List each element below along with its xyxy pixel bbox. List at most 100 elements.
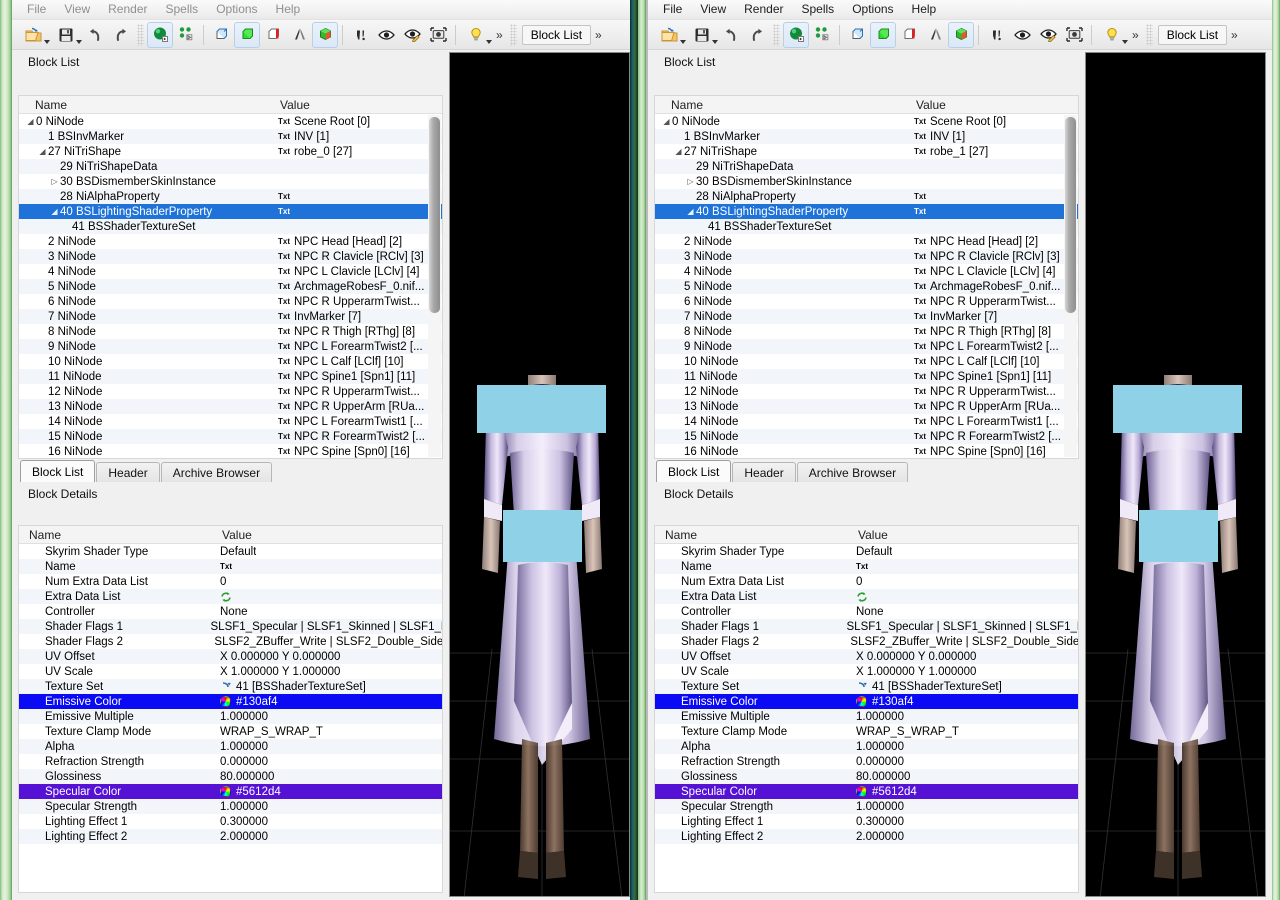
save-file-icon[interactable]	[686, 22, 718, 48]
block-list-row[interactable]: 12 NiNode Txt NPC R UpperarmTwist...	[19, 384, 442, 399]
block-details-row[interactable]: Lighting Effect 2 2.000000	[655, 829, 1078, 844]
color-wheel-icon[interactable]	[856, 696, 867, 707]
block-list-row[interactable]: 3 NiNode Txt NPC R Clavicle [RClv] [3]	[655, 249, 1078, 264]
block-list-row[interactable]: 1 BSInvMarker Txt INV [1]	[19, 129, 442, 144]
block-details-row[interactable]: Specular Color #5612d4	[655, 784, 1078, 799]
block-details-row[interactable]: UV Offset X 0.000000 Y 0.000000	[655, 649, 1078, 664]
block-list-row[interactable]: 7 NiNode Txt InvMarker [7]	[19, 309, 442, 324]
screenshot-icon[interactable]	[1061, 22, 1087, 48]
expand-arrow-closed-icon[interactable]: ▷	[49, 174, 60, 189]
color-wheel-icon[interactable]	[220, 696, 231, 707]
expand-arrow-open-icon[interactable]: ◢	[37, 144, 48, 159]
render-viewport-right[interactable]	[1085, 52, 1266, 897]
show-shaded-icon[interactable]	[948, 21, 974, 48]
block-list-row[interactable]: 16 NiNode Txt NPC Spine [Spn0] [16]	[655, 444, 1078, 458]
block-list-row[interactable]: 28 NiAlphaProperty Txt	[19, 189, 442, 204]
block-details-table-left[interactable]: Name Value Skyrim Shader Type Default Name…	[18, 525, 443, 893]
block-details-row[interactable]: UV Scale X 1.000000 Y 1.000000	[19, 664, 442, 679]
scrollbar-thumb[interactable]	[1065, 117, 1076, 313]
expand-arrow-open-icon[interactable]: ◢	[685, 204, 696, 219]
block-link-icon[interactable]	[220, 681, 232, 693]
show-wireframe-icon[interactable]	[208, 22, 234, 48]
block-list-row[interactable]: ◢ 40 BSLightingShaderProperty Txt	[19, 204, 442, 219]
block-list-tree-left[interactable]: Name Value ◢ 0 NiNode Txt Scene Root [0] 1 B…	[18, 95, 443, 459]
tab-archive-browser[interactable]: Archive Browser	[796, 462, 909, 482]
block-list-row[interactable]: 11 NiNode Txt NPC Spine1 [Spn1] [11]	[19, 369, 442, 384]
block-details-row[interactable]: UV Scale X 1.000000 Y 1.000000	[655, 664, 1078, 679]
block-list-row[interactable]: 2 NiNode Txt NPC Head [Head] [2]	[19, 234, 442, 249]
eye-icon[interactable]	[373, 22, 399, 48]
block-list-row[interactable]: 2 NiNode Txt NPC Head [Head] [2]	[655, 234, 1078, 249]
block-details-row[interactable]: Shader Flags 2 SLSF2_ZBuffer_Write | SLSF…	[655, 634, 1078, 649]
block-list-row[interactable]: 1 BSInvMarker Txt INV [1]	[655, 129, 1078, 144]
block-details-row[interactable]: Glossiness 80.000000	[655, 769, 1078, 784]
block-list-row[interactable]: 29 NiTriShapeData	[655, 159, 1078, 174]
menu-render[interactable]: Render	[99, 0, 156, 19]
redo-icon[interactable]	[108, 22, 134, 48]
menu-render[interactable]: Render	[735, 0, 792, 19]
block-list-row[interactable]: ◢ 0 NiNode Txt Scene Root [0]	[655, 114, 1078, 129]
dock-toggle-block-list[interactable]: Block List	[521, 24, 592, 45]
block-details-row[interactable]: Skyrim Shader Type Default	[655, 544, 1078, 559]
render-sphere-icon[interactable]	[783, 21, 809, 48]
block-details-row[interactable]: Glossiness 80.000000	[19, 769, 442, 784]
tab-block-list[interactable]: Block List	[20, 460, 96, 482]
block-list-row[interactable]: 16 NiNode Txt NPC Spine [Spn0] [16]	[19, 444, 442, 458]
panel-tabs-right[interactable]: Block List Header Archive Browser	[648, 460, 1073, 482]
block-details-row[interactable]: Controller None	[655, 604, 1078, 619]
block-details-row[interactable]: Extra Data List	[19, 589, 442, 604]
block-details-table-right[interactable]: Name Value Skyrim Shader Type Default Name…	[654, 525, 1079, 893]
block-details-row[interactable]: Lighting Effect 1 0.300000	[19, 814, 442, 829]
menu-spells[interactable]: Spells	[793, 0, 844, 19]
block-list-row[interactable]: 41 BSShaderTextureSet	[655, 219, 1078, 234]
block-details-row[interactable]: Alpha 1.000000	[655, 739, 1078, 754]
color-wheel-icon[interactable]	[856, 786, 867, 797]
block-details-row[interactable]: Num Extra Data List 0	[655, 574, 1078, 589]
block-details-row[interactable]: Lighting Effect 2 2.000000	[19, 829, 442, 844]
toolbar-grip[interactable]	[509, 23, 517, 46]
block-list-row[interactable]: 12 NiNode Txt NPC R UpperarmTwist...	[655, 384, 1078, 399]
show-texture-icon[interactable]	[260, 22, 286, 48]
block-details-row[interactable]: Alpha 1.000000	[19, 739, 442, 754]
block-details-row[interactable]: Specular Color #5612d4	[19, 784, 442, 799]
block-list-row[interactable]: 9 NiNode Txt NPC L ForearmTwist2 [...	[655, 339, 1078, 354]
menu-options[interactable]: Options	[843, 0, 902, 19]
block-list-row[interactable]: 3 NiNode Txt NPC R Clavicle [RClv] [3]	[19, 249, 442, 264]
tab-header[interactable]: Header	[96, 462, 160, 482]
menu-file[interactable]: File	[18, 0, 55, 19]
color-wheel-icon[interactable]	[220, 786, 231, 797]
render-sphere-icon[interactable]	[147, 21, 173, 48]
show-shaded-icon[interactable]	[312, 21, 338, 48]
block-details-row[interactable]: Lighting Effect 1 0.300000	[655, 814, 1078, 829]
menu-file[interactable]: File	[654, 0, 691, 19]
undo-icon[interactable]	[82, 22, 108, 48]
menu-view[interactable]: View	[691, 0, 735, 19]
show-solid-icon[interactable]	[234, 21, 260, 48]
block-link-icon[interactable]	[856, 681, 868, 693]
expand-arrow-open-icon[interactable]: ◢	[25, 114, 36, 129]
scrollbar-thumb[interactable]	[429, 117, 440, 313]
screenshot-icon[interactable]	[425, 22, 451, 48]
expand-arrow-closed-icon[interactable]: ▷	[685, 174, 696, 189]
menu-spells[interactable]: Spells	[157, 0, 208, 19]
block-details-row[interactable]: Texture Clamp Mode WRAP_S_WRAP_T	[655, 724, 1078, 739]
show-normals-icon[interactable]	[286, 22, 312, 48]
block-details-row[interactable]: Skyrim Shader Type Default	[19, 544, 442, 559]
block-details-row[interactable]: Refraction Strength 0.000000	[19, 754, 442, 769]
block-details-row[interactable]: Emissive Color #130af4	[19, 694, 442, 709]
block-list-row[interactable]: 5 NiNode Txt ArchmageRobesF_0.nif...	[19, 279, 442, 294]
block-details-row[interactable]: Refraction Strength 0.000000	[655, 754, 1078, 769]
tab-block-list[interactable]: Block List	[656, 460, 732, 482]
toolbar-overflow-button[interactable]: »	[492, 28, 507, 42]
block-list-row[interactable]: 8 NiNode Txt NPC R Thigh [RThg] [8]	[19, 324, 442, 339]
eye-icon[interactable]	[1009, 22, 1035, 48]
dock-toggle-block-list[interactable]: Block List	[1157, 24, 1228, 45]
refresh-list-icon[interactable]	[220, 591, 232, 603]
show-normals-icon[interactable]	[922, 22, 948, 48]
panel-tabs-left[interactable]: Block List Header Archive Browser	[12, 460, 437, 482]
block-details-row[interactable]: Texture Set 41 [BSShaderTextureSet]	[19, 679, 442, 694]
menu-bar-left[interactable]: File View Render Spells Options Help	[12, 0, 630, 20]
block-list-row[interactable]: 5 NiNode Txt ArchmageRobesF_0.nif...	[655, 279, 1078, 294]
dock-overflow-button[interactable]: »	[591, 28, 606, 42]
block-list-row[interactable]: ◢ 40 BSLightingShaderProperty Txt	[655, 204, 1078, 219]
